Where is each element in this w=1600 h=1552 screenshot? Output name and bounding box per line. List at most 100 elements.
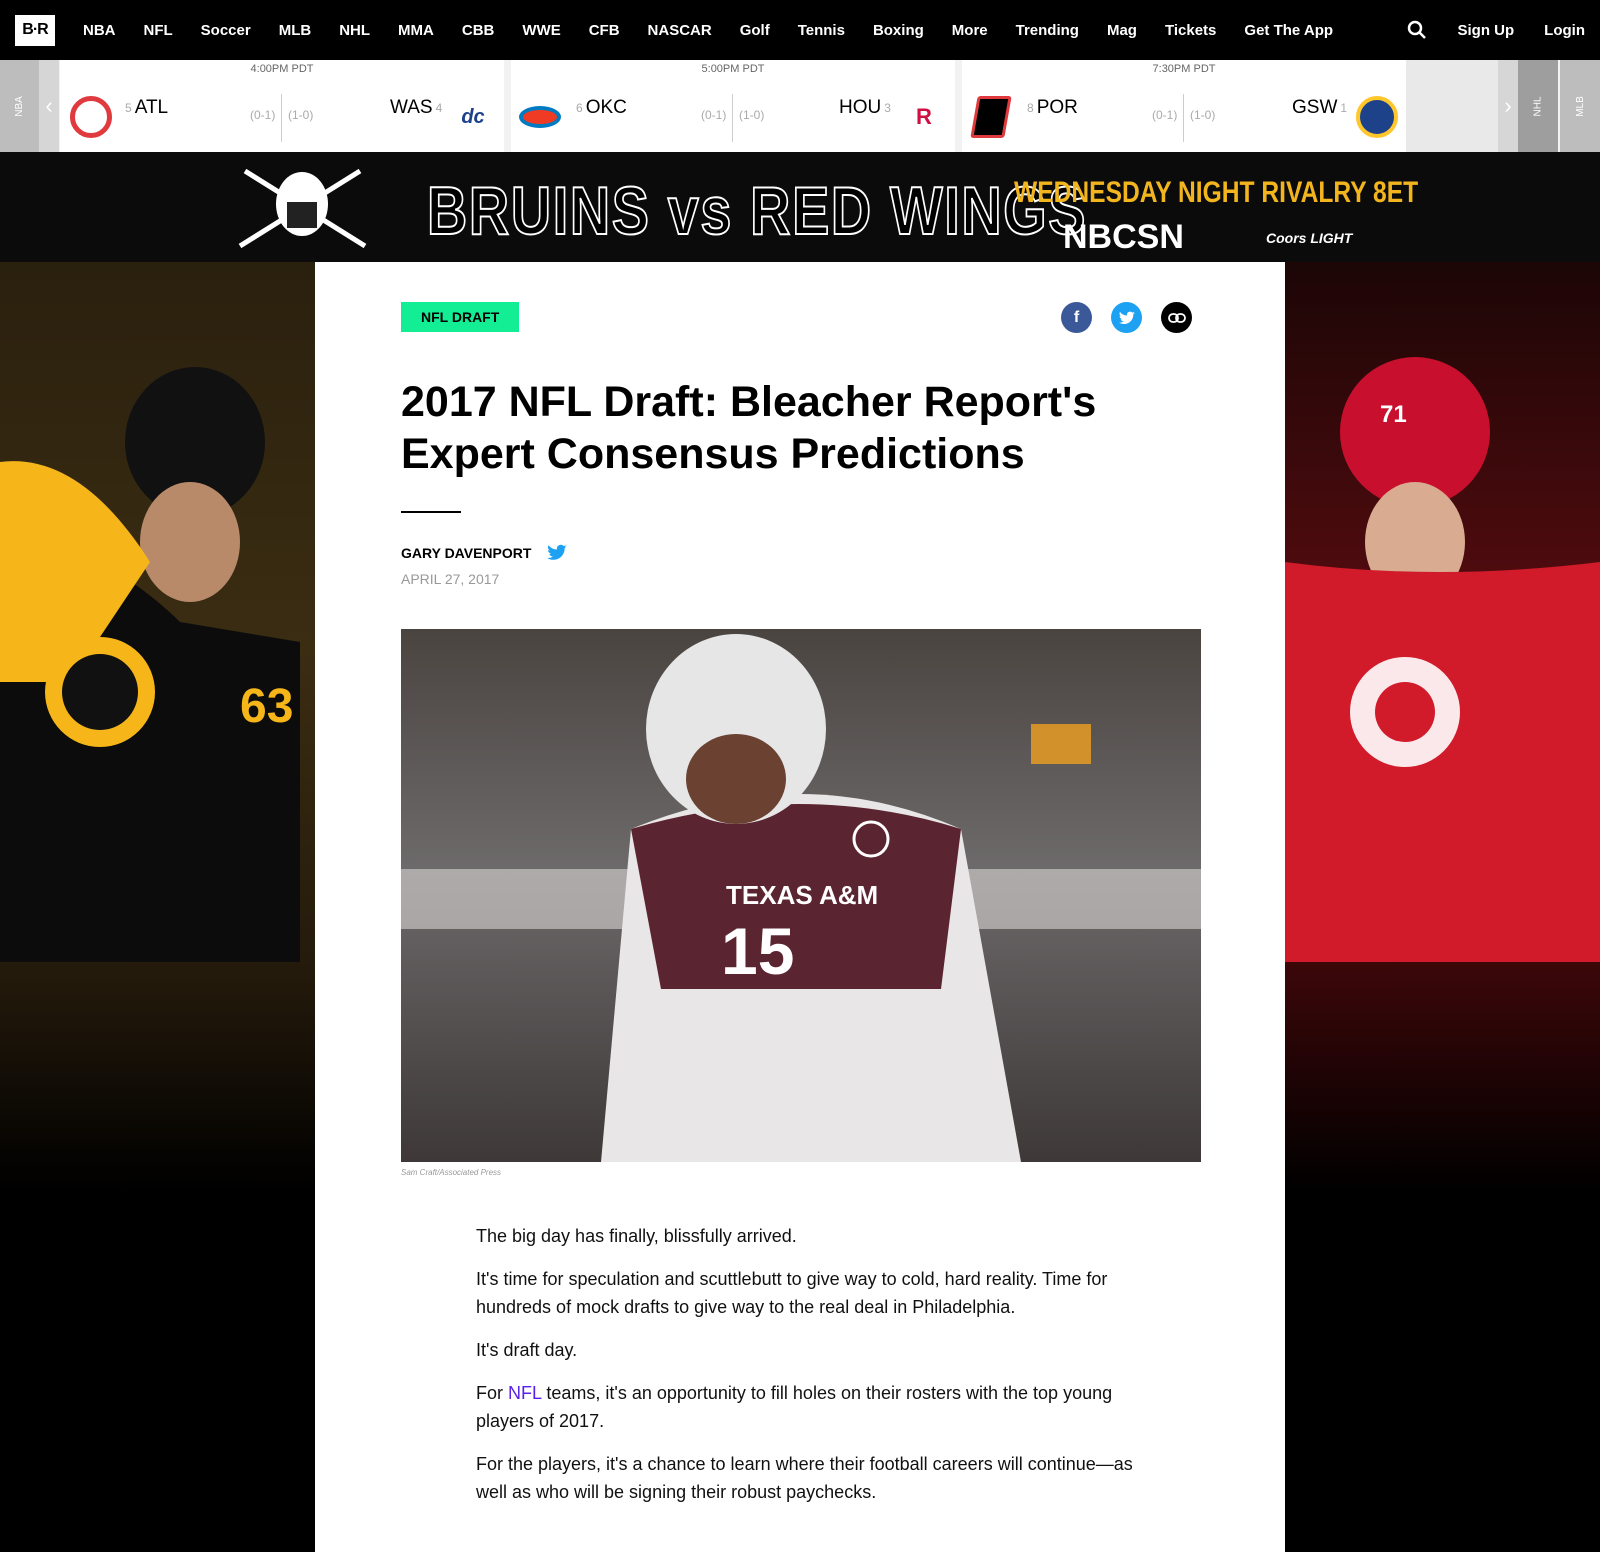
- divider: [281, 94, 282, 142]
- nav-link-nfl[interactable]: NFL: [144, 22, 173, 39]
- article-photo: TEXAS A&M 15: [401, 629, 1201, 1162]
- home-team: 5 ATL: [122, 97, 168, 119]
- away-record: (1-0): [288, 108, 314, 122]
- nav-link-wwe[interactable]: WWE: [522, 22, 560, 39]
- nfl-link[interactable]: NFL: [508, 1383, 541, 1403]
- nav-link-tickets[interactable]: Tickets: [1165, 22, 1216, 39]
- nav-link-soccer[interactable]: Soccer: [201, 22, 251, 39]
- nav-link-nascar[interactable]: NASCAR: [648, 22, 712, 39]
- login-link[interactable]: Login: [1544, 22, 1585, 39]
- banner-title: BRUINS vs RED WINGS: [426, 172, 1088, 250]
- nav-link-cfb[interactable]: CFB: [589, 22, 620, 39]
- tab-label: MLB: [1574, 95, 1586, 117]
- paragraph-text: For: [476, 1383, 503, 1403]
- scoreboard: NBA ‹ 4:00PM PDT 5 ATL (0-1) (1-0) WAS 4 d…: [0, 60, 1600, 152]
- nav-link-mlb[interactable]: MLB: [279, 22, 312, 39]
- team-abbr: GSW: [1292, 97, 1338, 118]
- team-abbr: WAS: [390, 97, 433, 118]
- scroll-left-button[interactable]: ‹: [39, 60, 59, 152]
- away-team: GSW 1: [1292, 97, 1350, 119]
- home-team: 8 POR: [1024, 97, 1078, 119]
- scroll-right-button[interactable]: ›: [1498, 60, 1518, 152]
- signup-link[interactable]: Sign Up: [1458, 22, 1515, 39]
- nav-link-cbb[interactable]: CBB: [462, 22, 495, 39]
- seed: 3: [884, 101, 891, 115]
- nav-link-more[interactable]: More: [952, 22, 988, 39]
- game-card[interactable]: 4:00PM PDT 5 ATL (0-1) (1-0) WAS 4 dc: [60, 60, 504, 152]
- scoreboard-tab-nba[interactable]: NBA: [0, 60, 39, 152]
- nav-link-nhl[interactable]: NHL: [339, 22, 370, 39]
- away-record: (1-0): [739, 108, 765, 122]
- game-time: 4:00PM PDT: [250, 63, 314, 75]
- nav-link-mma[interactable]: MMA: [398, 22, 434, 39]
- nav-link-nba[interactable]: NBA: [83, 22, 116, 39]
- team-abbr: ATL: [134, 97, 169, 118]
- paragraph: The big day has finally, blissfully arri…: [476, 1226, 797, 1246]
- scoreboard-tab-nhl[interactable]: NHL: [1518, 60, 1558, 152]
- search-icon[interactable]: [1406, 19, 1428, 41]
- chevron-left-icon: ‹: [45, 93, 53, 118]
- article-body: The big day has finally, blissfully arri…: [476, 1222, 1136, 1521]
- gsw-logo-icon: [1356, 96, 1398, 138]
- away-team: WAS 4: [390, 97, 445, 119]
- game-time: 5:00PM PDT: [701, 63, 765, 75]
- nav-link-trending[interactable]: Trending: [1016, 22, 1079, 39]
- nav-link-tennis[interactable]: Tennis: [798, 22, 845, 39]
- seed: 1: [1340, 101, 1348, 115]
- divider: [1183, 94, 1184, 142]
- red-wings-player-art: 71: [1285, 357, 1600, 962]
- divider: [732, 94, 733, 142]
- was-logo-icon: dc: [461, 105, 485, 128]
- bruins-player-art: 63: [0, 367, 300, 962]
- nav-link-golf[interactable]: Golf: [740, 22, 770, 39]
- article: NFL DRAFT f 2017 NFL Draft: Bleacher Rep…: [315, 262, 1285, 1552]
- br-logo[interactable]: B·R: [15, 14, 55, 46]
- scoreboard-empty-slot: [1406, 60, 1498, 152]
- atl-logo-icon: [70, 96, 112, 138]
- home-record: (0-1): [1152, 108, 1178, 122]
- football-player-photo: TEXAS A&M 15: [401, 634, 1201, 1162]
- game-card[interactable]: 5:00PM PDT 6 OKC (0-1) (1-0) HOU 3 R: [511, 60, 955, 152]
- team-abbr: HOU: [839, 97, 882, 118]
- nav-link-get-app[interactable]: Get The App: [1244, 22, 1333, 39]
- goalie-mask-icon: [238, 168, 367, 249]
- game-time: 7:30PM PDT: [1152, 63, 1216, 75]
- author-name[interactable]: GARY DAVENPORT: [401, 545, 531, 561]
- jersey-number: 15: [721, 914, 794, 988]
- por-logo-icon: [970, 96, 1012, 138]
- paragraph: It's time for speculation and scuttlebut…: [476, 1269, 1108, 1317]
- banner-subtitle: WEDNESDAY NIGHT RIVALRY 8ET: [1014, 176, 1419, 209]
- author-twitter-icon[interactable]: [547, 544, 567, 566]
- scoreboard-tab-mlb[interactable]: MLB: [1560, 60, 1600, 152]
- home-record: (0-1): [701, 108, 727, 122]
- jersey-school: TEXAS A&M: [726, 880, 878, 910]
- okc-logo-icon: [519, 106, 561, 128]
- category-tag[interactable]: NFL DRAFT: [401, 302, 520, 332]
- ad-banner[interactable]: BRUINS vs RED WINGS WEDNESDAY NIGHT RIVA…: [0, 152, 1600, 262]
- seed: 6: [576, 101, 583, 115]
- nav-link-boxing[interactable]: Boxing: [873, 22, 924, 39]
- bruins-player-image: 63: [0, 262, 315, 1552]
- chevron-right-icon: ›: [1504, 93, 1512, 118]
- nav-right: Sign Up Login: [1406, 19, 1585, 41]
- seed: 8: [1027, 101, 1034, 115]
- hou-logo-icon: R: [916, 104, 932, 129]
- publish-date: APRIL 27, 2017: [401, 571, 500, 587]
- svg-text:71: 71: [1380, 401, 1407, 428]
- seed: 4: [435, 101, 443, 115]
- paragraph: For NFL teams, it's an opportunity to fi…: [476, 1379, 1136, 1435]
- away-record: (1-0): [1190, 108, 1216, 122]
- paragraph-text: teams, it's an opportunity to fill holes…: [476, 1383, 1113, 1431]
- twitter-share-icon[interactable]: [1111, 302, 1142, 333]
- nav-link-mag[interactable]: Mag: [1107, 22, 1137, 39]
- paragraph: For the players, it's a chance to learn …: [476, 1454, 1133, 1502]
- game-card[interactable]: 7:30PM PDT 8 POR (0-1) (1-0) GSW 1: [962, 60, 1406, 152]
- photo-caption: Sam Craft/Associated Press: [401, 1168, 502, 1177]
- copy-link-icon[interactable]: [1161, 302, 1192, 333]
- facebook-share-icon[interactable]: f: [1061, 302, 1092, 333]
- tab-label: NHL: [1532, 95, 1544, 117]
- team-abbr: OKC: [585, 97, 627, 118]
- banner-sponsor: Coors LIGHT: [1266, 230, 1353, 246]
- headline-divider: [401, 511, 461, 513]
- home-team: 6 OKC: [573, 97, 627, 119]
